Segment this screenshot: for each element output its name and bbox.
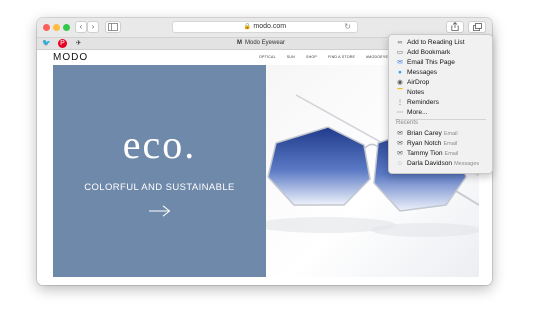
menu-item-add-bookmark[interactable]: ▭ Add Bookmark bbox=[389, 48, 492, 58]
menu-item-email-this-page[interactable]: ✉ Email This Page bbox=[389, 58, 492, 68]
tab-title[interactable]: M Modo Eyewear bbox=[237, 38, 285, 49]
mail-icon: ✉ bbox=[397, 130, 403, 137]
lock-icon: 🔒 bbox=[243, 24, 252, 30]
reload-icon[interactable]: ↻ bbox=[344, 22, 351, 32]
reading-list-icon: ∞ bbox=[397, 39, 403, 46]
recent-via: Email bbox=[443, 131, 458, 137]
minimize-window-button[interactable] bbox=[53, 24, 60, 31]
recent-item-ryan-notch[interactable]: ✉ Ryan Notch Email bbox=[389, 139, 492, 149]
notes-icon: ▔ bbox=[397, 89, 403, 96]
recent-via: Email bbox=[444, 151, 459, 157]
nav-item-find-a-store[interactable]: FIND A STORE bbox=[328, 55, 355, 59]
twitter-icon[interactable]: 🐦 bbox=[42, 39, 51, 48]
back-button[interactable]: ‹ bbox=[75, 21, 87, 33]
more-icon: ⋯ bbox=[396, 109, 404, 116]
share-button[interactable] bbox=[446, 21, 464, 33]
recent-name: Darla Davidson bbox=[407, 160, 453, 167]
menu-item-label: Email This Page bbox=[407, 59, 455, 66]
share-menu: ∞ Add to Reading List ▭ Add Bookmark ✉ E… bbox=[388, 34, 493, 174]
url-text: modo.com bbox=[253, 23, 287, 30]
tab-title-text: Modo Eyewear bbox=[245, 40, 286, 46]
menu-item-label: Messages bbox=[407, 69, 438, 76]
nav-item-optical[interactable]: OPTICAL bbox=[259, 55, 276, 59]
menu-item-label: More... bbox=[407, 109, 428, 116]
mail-icon: ✉ bbox=[397, 150, 403, 157]
reminders-icon: ⋮ bbox=[396, 99, 404, 106]
nav-item-shop[interactable]: SHOP bbox=[306, 55, 317, 59]
recent-item-brian-carey[interactable]: ✉ Brian Carey Email bbox=[389, 129, 492, 139]
hero-banner[interactable]: eco. COLORFUL AND SUSTAINABLE bbox=[53, 65, 266, 277]
recent-via: Messages bbox=[454, 161, 480, 167]
tabs-icon bbox=[472, 23, 482, 31]
sidebar-icon bbox=[108, 23, 118, 31]
recent-via: Email bbox=[443, 141, 458, 147]
nav-item-sun[interactable]: SUN bbox=[287, 55, 295, 59]
share-icon bbox=[451, 21, 459, 31]
hero-brand: eco. bbox=[122, 122, 197, 167]
address-bar[interactable]: 🔒 modo.com ↻ bbox=[172, 21, 358, 33]
recent-name: Tammy Tion bbox=[407, 150, 443, 157]
messages-icon: ◌ bbox=[398, 160, 402, 167]
arrow-right-icon[interactable] bbox=[149, 205, 171, 217]
messages-icon: ● bbox=[398, 69, 402, 76]
pinterest-icon[interactable]: P bbox=[58, 39, 67, 48]
menu-item-reminders[interactable]: ⋮ Reminders bbox=[389, 98, 492, 108]
menu-item-label: AirDrop bbox=[407, 79, 430, 86]
recent-name: Ryan Notch bbox=[407, 140, 442, 147]
mail-icon: ✉ bbox=[397, 140, 403, 147]
show-tabs-button[interactable] bbox=[468, 21, 486, 33]
close-window-button[interactable] bbox=[43, 24, 50, 31]
menu-item-label: Add to Reading List bbox=[407, 39, 465, 46]
site-favicon: M bbox=[237, 40, 242, 46]
site-logo[interactable]: MODO bbox=[53, 52, 88, 63]
recents-heading: Recents bbox=[396, 120, 419, 126]
menu-item-label: Reminders bbox=[407, 99, 439, 106]
menu-item-more[interactable]: ⋯ More... bbox=[389, 108, 492, 118]
recent-name: Brian Carey bbox=[407, 130, 442, 137]
zoom-window-button[interactable] bbox=[63, 24, 70, 31]
menu-item-label: Notes bbox=[407, 89, 425, 96]
hero-tagline: COLORFUL AND SUSTAINABLE bbox=[84, 182, 235, 193]
airdrop-icon: ◉ bbox=[397, 79, 403, 86]
menu-item-messages[interactable]: ● Messages bbox=[389, 68, 492, 78]
menu-item-notes[interactable]: ▔ Notes bbox=[389, 88, 492, 98]
forward-button[interactable]: › bbox=[87, 21, 99, 33]
menu-item-airdrop[interactable]: ◉ AirDrop bbox=[389, 78, 492, 88]
menu-item-label: Add Bookmark bbox=[407, 49, 451, 56]
mail-icon: ✉ bbox=[397, 59, 403, 66]
recent-item-darla-davidson[interactable]: ◌ Darla Davidson Messages bbox=[389, 159, 492, 169]
sidebar-toggle-button[interactable] bbox=[105, 21, 121, 33]
bookmark-icon: ▭ bbox=[396, 49, 404, 56]
pin-icon[interactable]: ✈ bbox=[74, 39, 83, 48]
recent-item-tammy-tion[interactable]: ✉ Tammy Tion Email bbox=[389, 149, 492, 159]
menu-item-add-to-reading-list[interactable]: ∞ Add to Reading List bbox=[389, 38, 492, 48]
